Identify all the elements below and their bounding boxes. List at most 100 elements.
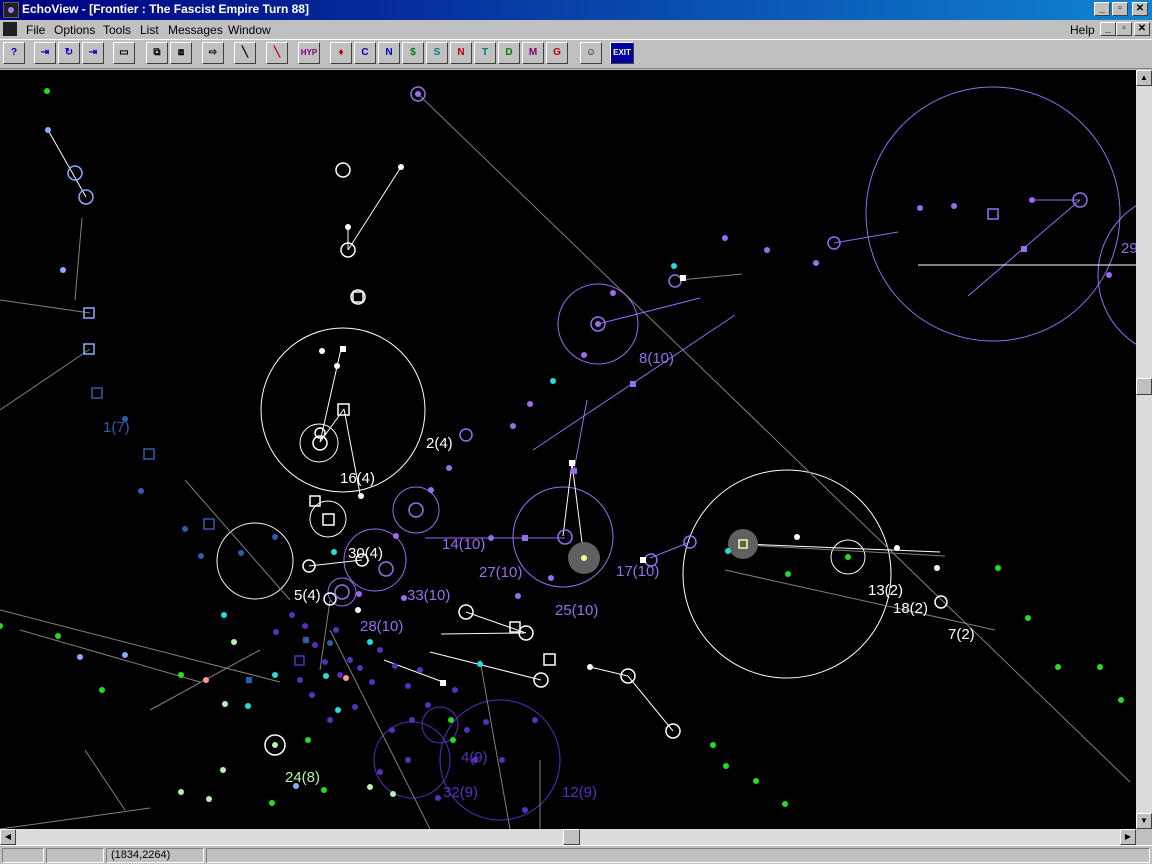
star[interactable] (178, 789, 184, 795)
star[interactable] (435, 795, 441, 801)
star[interactable] (415, 91, 421, 97)
star[interactable] (671, 263, 677, 269)
star[interactable] (369, 679, 375, 685)
star[interactable] (499, 757, 505, 763)
star[interactable] (680, 275, 686, 281)
star[interactable] (405, 757, 411, 763)
menu-tools[interactable]: Tools (103, 23, 131, 37)
star[interactable] (785, 571, 791, 577)
star[interactable] (303, 637, 309, 643)
star[interactable] (198, 553, 204, 559)
app-icon[interactable] (3, 2, 19, 18)
star[interactable] (894, 545, 900, 551)
star[interactable] (238, 550, 244, 556)
star[interactable] (753, 778, 759, 784)
defense-icon[interactable]: D (498, 42, 520, 64)
star[interactable] (917, 205, 923, 211)
star[interactable] (569, 460, 575, 466)
star[interactable] (995, 565, 1001, 571)
star[interactable] (782, 801, 788, 807)
menu-list[interactable]: List (140, 23, 159, 37)
star[interactable] (440, 680, 446, 686)
star[interactable] (352, 704, 358, 710)
star[interactable] (222, 701, 228, 707)
copy-view-icon[interactable]: ⧉ (146, 42, 168, 64)
star[interactable] (335, 707, 341, 713)
star[interactable] (515, 593, 521, 599)
star[interactable] (345, 224, 351, 230)
star[interactable] (389, 727, 395, 733)
menu-window[interactable]: Window (228, 23, 271, 37)
mdi-restore-button[interactable]: ▫ (1116, 22, 1132, 36)
star[interactable] (794, 534, 800, 540)
menu-help[interactable]: Help (1070, 23, 1095, 37)
star[interactable] (813, 260, 819, 266)
robot-icon[interactable]: ☺ (580, 42, 602, 64)
jump-right-icon[interactable]: ⇥ (34, 42, 56, 64)
tech-icon[interactable]: T (474, 42, 496, 64)
star[interactable] (377, 769, 383, 775)
scroll-right-icon[interactable]: ▶ (1120, 829, 1136, 845)
star[interactable] (845, 554, 851, 560)
scroll-up-icon[interactable]: ▲ (1136, 70, 1152, 86)
star[interactable] (322, 659, 328, 665)
scroll-left-icon[interactable]: ◀ (0, 829, 16, 845)
star-system-marker[interactable] (334, 584, 350, 600)
navy-icon[interactable]: N (378, 42, 400, 64)
star[interactable] (355, 607, 361, 613)
star[interactable] (357, 665, 363, 671)
star[interactable] (0, 623, 3, 629)
star[interactable] (273, 629, 279, 635)
hyperspace-icon[interactable]: HYP (298, 42, 320, 64)
star[interactable] (289, 612, 295, 618)
star-system-marker[interactable] (459, 428, 473, 442)
star[interactable] (710, 742, 716, 748)
star-system-marker[interactable] (335, 162, 351, 178)
star[interactable] (483, 719, 489, 725)
star[interactable] (327, 717, 333, 723)
star[interactable] (367, 784, 373, 790)
star[interactable] (723, 763, 729, 769)
horizontal-scroll-thumb[interactable] (563, 829, 580, 845)
star[interactable] (527, 401, 533, 407)
star[interactable] (206, 796, 212, 802)
star[interactable] (356, 591, 362, 597)
restore-button[interactable]: ▫ (1112, 2, 1128, 16)
star[interactable] (405, 683, 411, 689)
star[interactable] (398, 164, 404, 170)
star[interactable] (321, 787, 327, 793)
window-icon[interactable]: ▭ (113, 42, 135, 64)
horizontal-scrollbar[interactable]: ◀ ▶ (0, 829, 1136, 845)
star[interactable] (452, 687, 458, 693)
minimize-button[interactable]: _ (1094, 2, 1110, 16)
star-system-marker[interactable] (557, 529, 573, 545)
star[interactable] (532, 717, 538, 723)
star[interactable] (1055, 664, 1061, 670)
gsm-icon[interactable]: G (546, 42, 568, 64)
jump-to-icon[interactable]: ⇥ (82, 42, 104, 64)
star[interactable] (246, 677, 252, 683)
menu-file[interactable]: File (26, 23, 45, 37)
ship-icon[interactable]: S (426, 42, 448, 64)
menu-messages[interactable]: Messages (168, 23, 223, 37)
star[interactable] (510, 423, 516, 429)
star[interactable] (220, 767, 226, 773)
star[interactable] (245, 703, 251, 709)
star-system-marker[interactable] (934, 595, 948, 609)
jump-back-icon[interactable]: ↻ (58, 42, 80, 64)
star[interactable] (272, 534, 278, 540)
star[interactable] (55, 633, 61, 639)
star[interactable] (323, 673, 329, 679)
star[interactable] (334, 363, 340, 369)
star[interactable] (367, 639, 373, 645)
export-icon[interactable]: ⇨ (202, 42, 224, 64)
star[interactable] (722, 235, 728, 241)
starbase-marker[interactable] (294, 655, 305, 666)
star[interactable] (272, 742, 278, 748)
star[interactable] (477, 661, 483, 667)
star[interactable] (581, 352, 587, 358)
star[interactable] (182, 526, 188, 532)
star-system-marker[interactable] (378, 561, 394, 577)
star[interactable] (1097, 664, 1103, 670)
star[interactable] (1029, 197, 1035, 203)
